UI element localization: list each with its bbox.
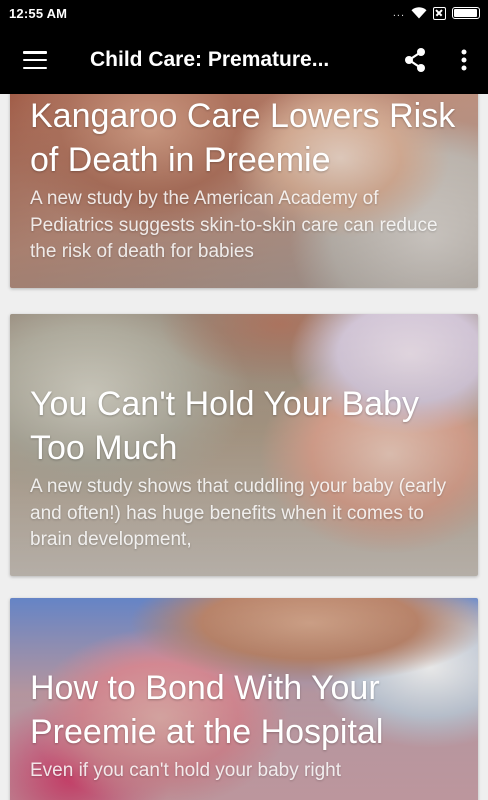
article-title: You Can't Hold Your Baby Too Much (30, 385, 419, 467)
more-options-button[interactable] (440, 26, 488, 94)
article-card[interactable]: How to Bond With Your Preemie at the Hos… (10, 598, 478, 800)
battery-icon (452, 7, 480, 19)
status-time: 12:55 AM (9, 5, 68, 21)
more-vert-icon (461, 49, 467, 71)
signal-dots-icon: ... (392, 7, 405, 19)
article-description: A new study by the American Academy of P… (30, 188, 438, 262)
share-button[interactable] (390, 26, 440, 94)
app-bar: Child Care: Premature... (0, 26, 488, 94)
no-sim-icon (433, 6, 446, 20)
share-icon (405, 48, 425, 72)
article-title: How to Bond With Your Preemie at the Hos… (30, 669, 384, 751)
hamburger-menu-icon (23, 51, 47, 69)
wifi-icon (411, 7, 427, 19)
app-title: Child Care: Premature... (90, 48, 330, 71)
article-text: Kangaroo Care Lowers Risk of Death in Pr… (30, 94, 464, 266)
battery-level (454, 9, 477, 17)
article-text: How to Bond With Your Preemie at the Hos… (30, 666, 464, 785)
article-description: Even if you can't hold your baby right (30, 760, 341, 781)
article-feed[interactable]: Kangaroo Care Lowers Risk of Death in Pr… (0, 94, 488, 800)
status-icons: ... (392, 6, 480, 20)
status-bar: 12:55 AM ... (0, 0, 488, 26)
menu-button[interactable] (0, 26, 70, 94)
article-description: A new study shows that cuddling your bab… (30, 476, 447, 550)
article-text: You Can't Hold Your Baby Too Much A new … (30, 382, 464, 554)
article-card[interactable]: Kangaroo Care Lowers Risk of Death in Pr… (10, 94, 478, 288)
app-screen: 12:55 AM ... Child Care: Premature... Ka… (0, 0, 488, 800)
article-title: Kangaroo Care Lowers Risk of Death in Pr… (30, 97, 456, 179)
article-card[interactable]: You Can't Hold Your Baby Too Much A new … (10, 314, 478, 576)
